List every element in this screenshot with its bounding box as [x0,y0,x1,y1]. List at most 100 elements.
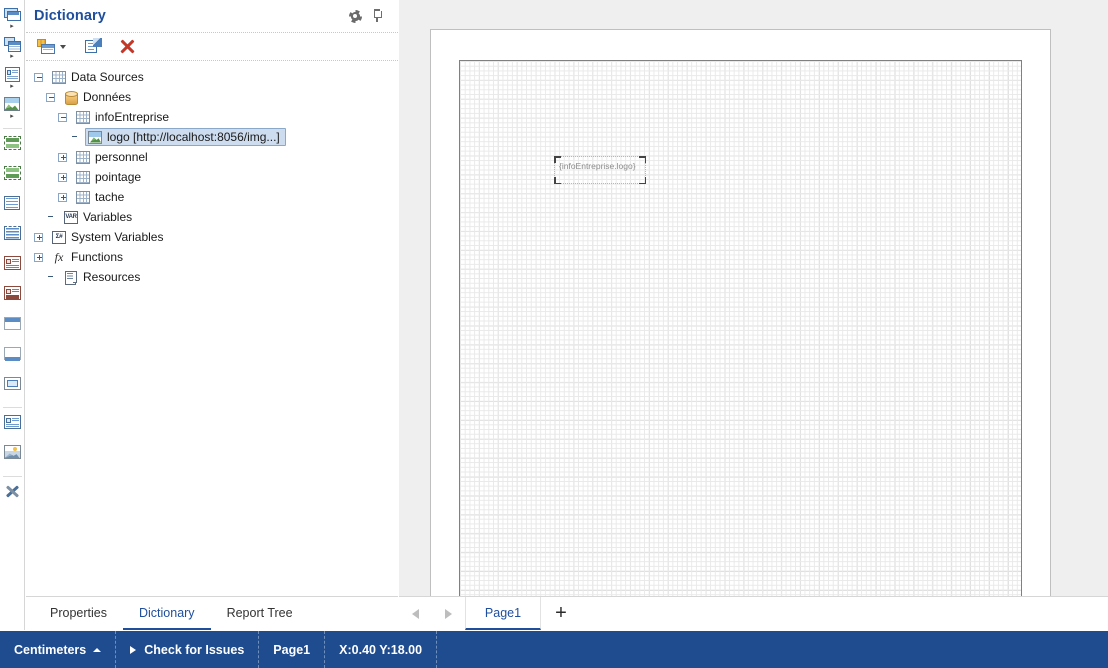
tab-report-tree[interactable]: Report Tree [211,597,309,630]
tree-node[interactable]: infoEntreprise [26,107,398,127]
hammer-wrench-icon [4,483,21,500]
cursor-coordinates: X:0.40 Y:18.00 [325,631,438,668]
text-component-icon [3,414,21,431]
text-block-icon [3,225,21,242]
tree-node-label: Data Sources [71,70,144,84]
data-band-icon [3,36,21,53]
edit-button[interactable] [83,36,103,58]
system-variable-icon: Σ# [52,230,66,244]
page-tab-bar: Page1 + [399,596,1108,630]
status-bar-filler [437,631,1108,668]
page-header-tool[interactable]: ▸ [2,191,22,221]
text-block-tool[interactable]: ▸ [2,221,22,251]
image-component-tool[interactable]: ▸ [2,440,22,470]
image-component-icon [3,444,21,461]
panel-tab-bar: Properties Dictionary Report Tree [26,596,398,630]
collapse-icon[interactable] [58,112,67,122]
resize-handle-top-left[interactable] [554,156,561,163]
tree-node[interactable]: pointage [26,167,398,187]
footer-band-tool[interactable]: ▸ [2,161,22,191]
placeholder-expression: {infoEntreprise.logo} [559,161,636,171]
resize-handle-top-right[interactable] [639,156,646,163]
tools-tool[interactable]: ▸ [2,479,22,509]
tree-node[interactable]: tache [26,187,398,207]
tree-node[interactable]: personnel [26,147,398,167]
chevron-down-icon[interactable] [60,44,66,49]
tree-node-content[interactable]: tache [73,188,130,206]
next-page-button[interactable] [432,597,465,630]
tree-node-content[interactable]: Σ# System Variables [49,228,169,246]
tree-node-content[interactable]: fx Functions [49,248,129,266]
settings-button[interactable] [344,5,366,27]
panel-bottom-tool[interactable]: ▸ [2,341,22,371]
tree-node[interactable]: logo [http://localhost:8056/img...] [26,127,398,147]
expand-icon[interactable] [58,152,67,162]
tree-node-content[interactable]: Data Sources [49,68,150,86]
play-icon [130,645,137,654]
check-issues-button[interactable]: Check for Issues [116,631,260,668]
image-band-tool[interactable]: ▸ [2,92,22,122]
dictionary-panel-header: Dictionary [26,0,398,33]
chevron-left-icon [412,608,419,619]
expand-icon[interactable] [34,232,43,242]
tree-node[interactable]: Resources [26,267,398,287]
new-item-icon [37,38,56,55]
data-band-tool[interactable]: ▸ [2,32,22,62]
tree-node-label: personnel [95,150,148,164]
tree-node-content[interactable]: logo [http://localhost:8056/img...] [85,128,286,146]
new-item-button[interactable] [35,36,68,58]
dictionary-tree[interactable]: Data Sources Données infoEntreprise logo [h… [26,61,398,591]
chevron-down-icon[interactable]: ▸ [10,83,14,92]
prev-page-button[interactable] [399,597,432,630]
chevron-up-icon [93,647,102,652]
pin-button[interactable] [366,5,388,27]
tree-node-label: Resources [83,270,141,284]
tree-node-content[interactable]: pointage [73,168,147,186]
tree-node[interactable]: Data Sources [26,67,398,87]
toolbox-divider [2,128,22,129]
tree-node-label: pointage [95,170,142,184]
card-tool[interactable]: ▸ [2,62,22,92]
panel-title: Dictionary [34,8,106,24]
resize-handle-bottom-left[interactable] [554,177,561,184]
header-band-tool[interactable]: ▸ [2,131,22,161]
tab-properties[interactable]: Properties [34,597,123,630]
report-band-tool[interactable]: ▸ [2,2,22,32]
chevron-down-icon[interactable]: ▸ [10,53,14,62]
tree-node-content[interactable]: VAR Variables [61,208,138,226]
collapse-icon[interactable] [34,72,43,82]
tree-node-label: Données [83,90,132,104]
group-header-tool[interactable]: ▸ [2,251,22,281]
collapse-icon[interactable] [46,92,55,102]
tree-node-content[interactable]: Données [61,88,137,106]
panel-top-tool[interactable]: ▸ [2,311,22,341]
child-band-tool[interactable]: ▸ [2,371,22,401]
expand-icon[interactable] [34,252,43,262]
tree-node[interactable]: Données [26,87,398,107]
tree-node[interactable]: VAR Variables [26,207,398,227]
report-page-grid[interactable]: {infoEntreprise.logo} [459,60,1022,596]
expand-icon[interactable] [58,172,67,182]
tree-node-content[interactable]: Resources [61,268,146,286]
tree-node[interactable]: fx Functions [26,247,398,267]
image-component-placeholder[interactable]: {infoEntreprise.logo} [554,156,646,184]
tree-node-content[interactable]: infoEntreprise [73,108,175,126]
page-tab-page1[interactable]: Page1 [465,597,541,630]
chevron-down-icon[interactable]: ▸ [10,113,14,122]
tree-node[interactable]: Σ# System Variables [26,227,398,247]
report-canvas-area[interactable]: {infoEntreprise.logo} [399,0,1108,596]
chevron-down-icon[interactable]: ▸ [10,23,14,32]
expand-icon[interactable] [58,192,67,202]
dictionary-panel: Dictionary Data Sources Données infoEntr… [26,0,398,596]
tree-node-content[interactable]: personnel [73,148,154,166]
group-footer-tool[interactable]: ▸ [2,281,22,311]
text-component-tool[interactable]: ▸ [2,410,22,440]
delete-button[interactable] [118,36,137,58]
tree-node-label: Variables [83,210,133,224]
group-header-icon [3,255,21,272]
tree-node-label: System Variables [71,230,164,244]
tab-dictionary[interactable]: Dictionary [122,597,211,630]
add-page-button[interactable]: + [541,597,581,630]
resize-handle-bottom-right[interactable] [639,177,646,184]
units-selector[interactable]: Centimeters [0,631,117,668]
